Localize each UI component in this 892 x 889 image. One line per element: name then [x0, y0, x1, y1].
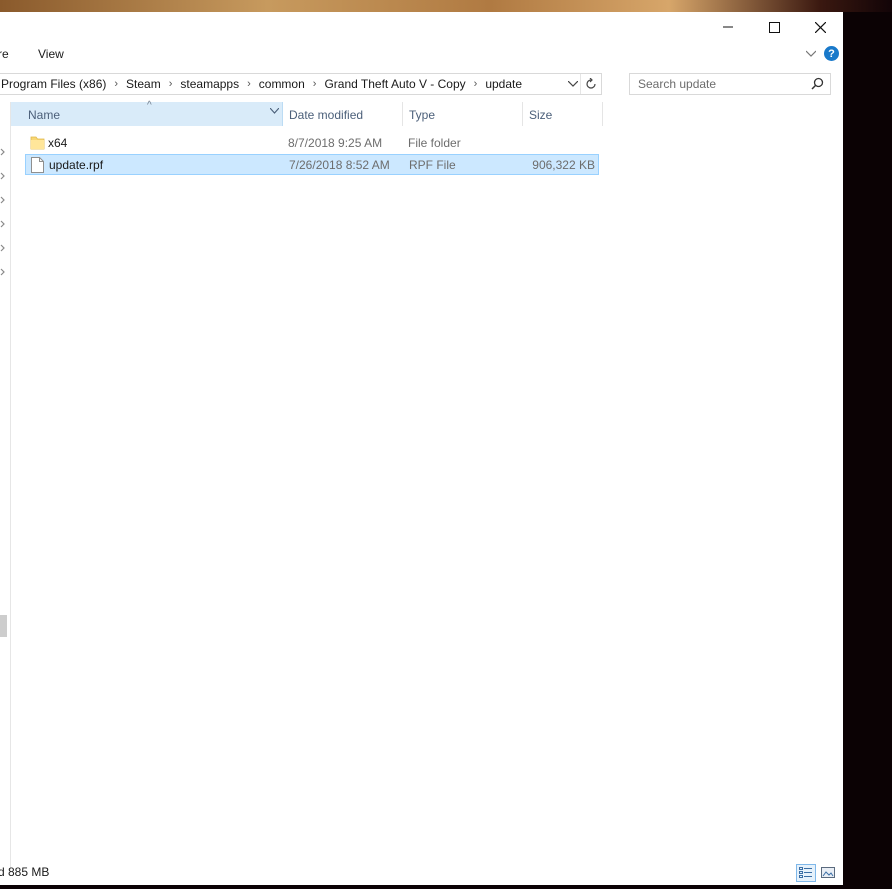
breadcrumb-separator-icon[interactable]: › — [247, 78, 251, 90]
folder-icon — [30, 136, 45, 150]
breadcrumb-separator-icon[interactable]: › — [313, 78, 317, 90]
maximize-icon — [768, 21, 780, 33]
refresh-icon — [586, 78, 596, 89]
file-size: 906,322 KB — [532, 158, 595, 172]
file-type: RPF File — [409, 158, 456, 172]
file-explorer-window: re View ? Program Files (x86) › Steam › … — [0, 12, 843, 885]
status-text: d 885 MB — [0, 865, 50, 879]
column-header-type[interactable]: Type — [403, 102, 523, 126]
minimize-button[interactable] — [705, 12, 751, 42]
search-box — [629, 73, 831, 95]
breadcrumb-item-gta-copy[interactable]: Grand Theft Auto V - Copy — [324, 77, 465, 91]
breadcrumb-item-steam[interactable]: Steam — [126, 77, 161, 91]
close-icon — [814, 21, 826, 33]
search-icon[interactable] — [811, 77, 824, 90]
breadcrumb-item-program-files[interactable]: Program Files (x86) — [1, 77, 106, 91]
file-name: update.rpf — [49, 158, 104, 172]
sort-ascending-icon: ^ — [147, 100, 152, 111]
desktop-background — [0, 0, 892, 12]
expand-arrow-icon[interactable] — [0, 196, 6, 204]
details-view-icon — [799, 867, 812, 878]
ribbon-tabs: re View — [0, 42, 843, 66]
file-type: File folder — [408, 136, 461, 150]
expand-arrow-icon[interactable] — [0, 244, 6, 252]
navigation-pane — [0, 102, 11, 872]
minimize-icon — [723, 26, 733, 28]
tab-share[interactable]: re — [0, 47, 9, 61]
help-icon[interactable]: ? — [824, 46, 839, 61]
maximize-button[interactable] — [751, 12, 797, 42]
expand-ribbon-chevron-icon[interactable] — [806, 50, 816, 57]
column-header-date-modified[interactable]: Date modified — [283, 102, 403, 126]
address-history-dropdown[interactable] — [565, 74, 581, 94]
column-header-name[interactable]: ^ Name — [11, 100, 283, 126]
file-row-update-rpf[interactable]: update.rpf 7/26/2018 8:52 AM RPF File 90… — [25, 154, 599, 175]
large-icons-view-button[interactable] — [818, 864, 838, 882]
file-icon — [31, 157, 44, 173]
file-name: x64 — [48, 136, 68, 150]
column-label: Date modified — [289, 108, 364, 122]
column-label: Size — [529, 108, 553, 122]
close-button[interactable] — [797, 12, 843, 42]
search-input[interactable] — [630, 74, 816, 94]
breadcrumb-item-update[interactable]: update — [485, 77, 522, 91]
column-filter-chevron-icon[interactable] — [270, 108, 279, 114]
breadcrumb-item-common[interactable]: common — [259, 77, 305, 91]
file-date-modified: 8/7/2018 9:25 AM — [288, 136, 383, 150]
ribbon-controls: ? — [806, 46, 839, 61]
status-bar: d 885 MB — [0, 861, 843, 885]
column-label: Name — [28, 108, 61, 122]
expand-arrow-icon[interactable] — [0, 172, 6, 180]
expand-arrow-icon[interactable] — [0, 148, 6, 156]
column-header-size[interactable]: Size — [523, 102, 603, 126]
details-view-button[interactable] — [796, 864, 816, 882]
breadcrumb: Program Files (x86) › Steam › steamapps … — [0, 74, 601, 94]
file-date-modified: 7/26/2018 8:52 AM — [289, 158, 390, 172]
expand-arrow-icon[interactable] — [0, 268, 6, 276]
tab-view[interactable]: View — [38, 47, 64, 61]
title-bar — [0, 12, 843, 42]
breadcrumb-separator-icon[interactable]: › — [114, 78, 118, 90]
file-row-x64[interactable]: x64 8/7/2018 9:25 AM File folder — [25, 133, 599, 154]
breadcrumb-separator-icon[interactable]: › — [169, 78, 173, 90]
breadcrumb-separator-icon[interactable]: › — [474, 78, 478, 90]
column-label: Type — [409, 108, 436, 122]
large-icons-view-icon — [821, 867, 835, 878]
navigation-scrollbar-thumb[interactable] — [0, 615, 7, 637]
address-bar[interactable]: Program Files (x86) › Steam › steamapps … — [0, 73, 602, 95]
chevron-down-icon — [568, 81, 578, 87]
breadcrumb-item-steamapps[interactable]: steamapps — [180, 77, 239, 91]
refresh-button[interactable] — [580, 74, 601, 94]
expand-arrow-icon[interactable] — [0, 220, 6, 228]
